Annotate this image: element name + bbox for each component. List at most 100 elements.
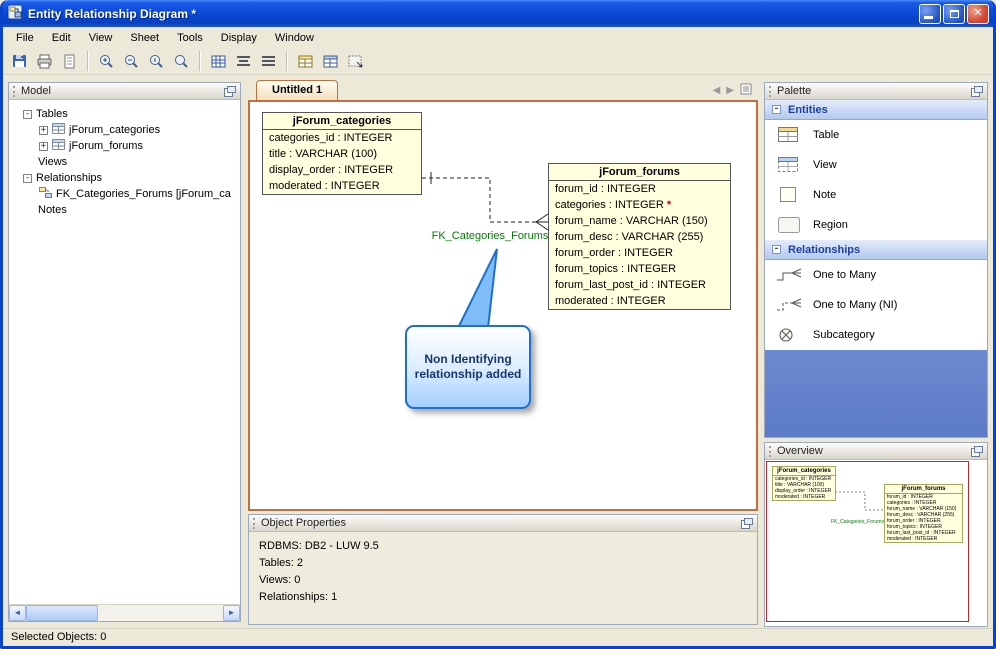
menu-item-file[interactable]: File [7, 30, 43, 46]
palette-panel: Palette - Entities Table View Note Regio… [764, 82, 988, 438]
minimize-button[interactable] [919, 3, 941, 24]
maximize-button[interactable] [943, 3, 965, 24]
table-field: forum_name : VARCHAR (150) [555, 215, 708, 227]
close-button[interactable]: ✕ [967, 3, 989, 24]
tree-label: Notes [38, 204, 67, 216]
table-field: categories : INTEGER * [555, 199, 672, 211]
insert-view-button[interactable] [319, 50, 342, 73]
menu-item-window[interactable]: Window [266, 30, 323, 46]
print-button[interactable] [33, 50, 56, 73]
palette-section-entities[interactable]: - Entities [765, 100, 987, 120]
zoom-tool-button[interactable] [170, 50, 193, 73]
menu-item-view[interactable]: View [80, 30, 122, 46]
tree-label: jForum_categories [69, 124, 161, 136]
tree-item-jforum-categories[interactable]: + jForum_categories [9, 122, 240, 138]
zoom-out-button[interactable] [120, 50, 143, 73]
tab-list-icon [740, 83, 752, 95]
save-button[interactable] [8, 50, 31, 73]
panel-grip-icon [253, 517, 257, 529]
float-panel-button[interactable] [971, 445, 983, 457]
overview-viewport[interactable]: jForum_categories categories_id : INTEGE… [766, 461, 969, 622]
palette-item-region[interactable]: Region [765, 210, 987, 240]
scroll-thumb[interactable] [26, 605, 98, 621]
menu-item-sheet[interactable]: Sheet [121, 30, 168, 46]
palette-item-subcategory[interactable]: Subcategory [765, 320, 987, 350]
relationship-label[interactable]: FK_Categories_Forums [420, 230, 560, 242]
mini-relationship-label: FK_Categories_Forums [831, 519, 885, 525]
scroll-left-button[interactable]: ◄ [9, 605, 26, 621]
callout-note[interactable]: Non Identifying relationship added [405, 325, 531, 409]
palette-section-relationships[interactable]: - Relationships [765, 240, 987, 260]
tree-label: jForum_forums [69, 140, 143, 152]
table-field: moderated : INTEGER [269, 180, 380, 192]
object-properties-header: Object Properties [249, 515, 757, 532]
grid-icon [211, 55, 226, 67]
print-icon [37, 54, 52, 68]
close-icon: ✕ [973, 7, 983, 19]
palette-item-table[interactable]: Table [765, 120, 987, 150]
tab-nav-forward-icon[interactable]: ▶ [726, 85, 734, 96]
tree-item-fk-categories-forums[interactable]: FK_Categories_Forums [jForum_ca [9, 186, 240, 202]
table-icon [775, 127, 803, 143]
tree-item-jforum-forums[interactable]: + jForum_forums [9, 138, 240, 154]
table-title: jForum_forums [549, 164, 730, 181]
float-panel-button[interactable] [971, 85, 983, 97]
db-table-jforum-forums[interactable]: jForum_forums forum_id : INTEGER categor… [548, 163, 731, 310]
expand-icon[interactable]: + [39, 141, 48, 151]
tree-item-views[interactable]: Views [9, 154, 240, 170]
table-field: title : VARCHAR (100) [269, 148, 377, 160]
table-icon [52, 123, 65, 137]
grid-button[interactable] [207, 50, 230, 73]
expand-icon[interactable]: + [39, 125, 48, 135]
float-panel-icon [224, 85, 236, 97]
tree-item-notes[interactable]: Notes [9, 202, 240, 218]
table-field: forum_desc : VARCHAR (255) [555, 231, 704, 243]
db-table-jforum-categories[interactable]: jForum_categories categories_id : INTEGE… [262, 112, 422, 195]
float-panel-button[interactable] [224, 85, 236, 97]
tree-item-tables[interactable]: - Tables [9, 106, 240, 122]
tree-item-relationships[interactable]: - Relationships [9, 170, 240, 186]
tree-label: Views [38, 156, 68, 168]
zoom-original-button[interactable] [145, 50, 168, 73]
object-properties-body: RDBMS: DB2 - LUW 9.5 Tables: 2 Views: 0 … [249, 532, 757, 624]
toolbar [3, 48, 993, 75]
palette-item-one-to-many-ni[interactable]: One to Many (NI) [765, 290, 987, 320]
palette-item-note[interactable]: Note [765, 180, 987, 210]
insert-region-button[interactable] [344, 50, 367, 73]
tree-label: FK_Categories_Forums [jForum_ca [56, 188, 231, 200]
palette-item-label: One to Many (NI) [813, 299, 898, 311]
tab-list-button[interactable] [740, 83, 752, 98]
palette-title: Palette [777, 85, 812, 97]
menu-item-tools[interactable]: Tools [168, 30, 212, 46]
palette-body: - Entities Table View Note Region - Rela… [765, 100, 987, 437]
collapse-icon[interactable]: - [23, 109, 32, 119]
tab-untitled-1[interactable]: Untitled 1 [256, 80, 339, 100]
model-tree: - Tables + jForum_categories + jForum_fo… [9, 100, 240, 604]
zoom-in-button[interactable] [95, 50, 118, 73]
diagram-canvas[interactable]: jForum_categories categories_id : INTEGE… [248, 100, 758, 511]
page-button[interactable] [58, 50, 81, 73]
palette-item-view[interactable]: View [765, 150, 987, 180]
collapse-icon[interactable]: - [23, 173, 32, 183]
scroll-right-button[interactable]: ► [223, 605, 240, 621]
insert-table-button[interactable] [294, 50, 317, 73]
zoom-in-icon [100, 54, 113, 68]
menu-item-edit[interactable]: Edit [43, 30, 80, 46]
menu-item-display[interactable]: Display [212, 30, 266, 46]
props-tables: Tables: 2 [259, 557, 304, 569]
title-bar: Entity Relationship Diagram * ✕ [3, 0, 993, 27]
horizontal-scrollbar[interactable]: ◄ ► [9, 604, 240, 621]
zoom-out-icon [125, 54, 138, 68]
palette-item-one-to-many[interactable]: One to Many [765, 260, 987, 290]
one-to-many-icon [775, 267, 803, 283]
collapse-icon: - [772, 104, 781, 114]
distribute-rows-button[interactable] [232, 50, 255, 73]
float-panel-button[interactable] [741, 517, 753, 529]
tab-nav-back-icon[interactable]: ◀ [713, 85, 721, 96]
panel-grip-icon [769, 445, 773, 457]
insert-view-icon [323, 55, 338, 67]
table-field: forum_topics : INTEGER [555, 263, 677, 275]
zoom-original-icon [150, 54, 163, 68]
distribute-columns-button[interactable] [257, 50, 280, 73]
toolbar-separator [199, 51, 201, 71]
